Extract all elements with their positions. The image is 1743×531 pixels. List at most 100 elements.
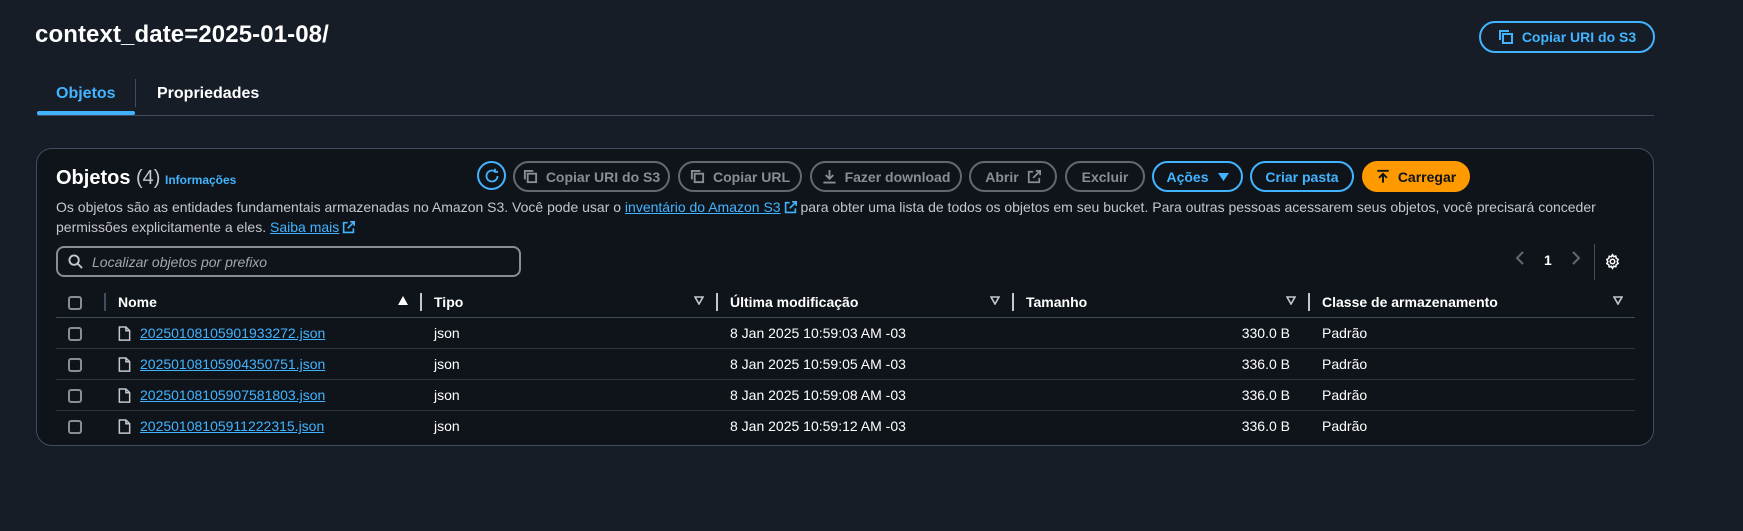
open-button[interactable]: Abrir xyxy=(969,161,1057,192)
table-header-row: Nome Tipo Última modificação Tamanho Cla… xyxy=(56,287,1635,318)
column-divider xyxy=(1308,293,1310,311)
storage-class-cell: Padrão xyxy=(1308,379,1635,411)
column-header-size[interactable]: Tamanho xyxy=(1012,287,1308,318)
column-header-type[interactable]: Tipo xyxy=(420,287,716,318)
modified-cell: 8 Jan 2025 10:59:05 AM -03 xyxy=(716,348,1012,380)
column-divider xyxy=(1012,293,1014,311)
objects-heading: Objetos (4) xyxy=(56,167,160,190)
column-header-modified[interactable]: Última modificação xyxy=(716,287,1012,318)
copy-s3-uri-button[interactable]: Copiar URI do S3 xyxy=(1479,21,1655,53)
copy-s3-uri-label: Copiar URI do S3 xyxy=(1521,29,1637,45)
upload-label: Carregar xyxy=(1397,168,1457,185)
column-header-name[interactable]: Nome xyxy=(104,287,420,318)
objects-count: (4) xyxy=(136,167,161,189)
row-checkbox[interactable] xyxy=(68,389,82,404)
storage-class-value: Padrão xyxy=(1322,418,1368,434)
refresh-icon xyxy=(485,168,498,182)
object-link[interactable]: 20250108105907581803.json xyxy=(140,387,325,403)
type-value: json xyxy=(434,387,460,403)
search-icon xyxy=(68,254,83,269)
sort-icon xyxy=(694,296,704,305)
previous-page-icon[interactable] xyxy=(1515,251,1525,265)
tab-bar: Objetos Propriedades xyxy=(37,73,1654,116)
table-row[interactable]: 20250108105907581803.json json 8 Jan 202… xyxy=(56,379,1635,411)
row-select-cell xyxy=(56,411,118,442)
file-icon xyxy=(118,418,131,434)
sort-icon xyxy=(990,296,1000,305)
sort-ascending-icon xyxy=(398,296,408,305)
type-cell: json xyxy=(420,348,716,380)
tab-objetos[interactable]: Objetos xyxy=(56,85,116,103)
storage-class-cell: Padrão xyxy=(1308,348,1635,380)
pagination-divider xyxy=(1594,244,1595,280)
object-link[interactable]: 20250108105911222315.json xyxy=(140,418,324,434)
copy-icon xyxy=(1498,30,1513,44)
type-cell: json xyxy=(420,379,716,411)
size-cell: 336.0 B xyxy=(1012,379,1308,411)
modified-value: 8 Jan 2025 10:59:03 AM -03 xyxy=(730,325,906,341)
copy-url-label: Copiar URL xyxy=(713,168,790,185)
column-divider xyxy=(716,293,718,311)
actions-dropdown[interactable]: Ações xyxy=(1152,161,1243,192)
select-all-cell xyxy=(56,287,118,318)
upload-button[interactable]: Carregar xyxy=(1362,161,1470,192)
table-row[interactable]: 20250108105904350751.json json 8 Jan 202… xyxy=(56,348,1635,380)
toolbar-copy-s3-uri-button[interactable]: Copiar URI do S3 xyxy=(513,161,670,192)
create-folder-label: Criar pasta xyxy=(1265,168,1339,185)
learn-more-link[interactable]: Saiba mais xyxy=(270,219,339,235)
name-cell: 20250108105907581803.json xyxy=(118,379,420,411)
search-input[interactable]: Localizar objetos por prefixo xyxy=(56,246,521,277)
column-label: Tamanho xyxy=(1026,294,1088,310)
modified-cell: 8 Jan 2025 10:59:08 AM -03 xyxy=(716,379,1012,411)
tab-propriedades[interactable]: Propriedades xyxy=(157,85,259,103)
table-row[interactable]: 20250108105901933272.json json 8 Jan 202… xyxy=(56,317,1635,349)
modified-cell: 8 Jan 2025 10:59:12 AM -03 xyxy=(716,411,1012,442)
copy-url-button[interactable]: Copiar URL xyxy=(678,161,802,192)
toolbar-copy-s3-uri-label: Copiar URI do S3 xyxy=(545,168,661,185)
name-cell: 20250108105911222315.json xyxy=(118,411,420,442)
row-checkbox[interactable] xyxy=(68,327,82,342)
search-placeholder: Localizar objetos por prefixo xyxy=(92,253,268,270)
objects-heading-label: Objetos xyxy=(56,167,131,189)
size-cell: 336.0 B xyxy=(1012,348,1308,380)
current-page[interactable]: 1 xyxy=(1544,252,1552,268)
gear-icon[interactable] xyxy=(1604,253,1621,270)
download-button[interactable]: Fazer download xyxy=(810,161,962,192)
external-link-icon xyxy=(1027,169,1041,183)
page-title: context_date=2025-01-08/ xyxy=(35,21,329,48)
create-folder-button[interactable]: Criar pasta xyxy=(1250,161,1354,192)
size-cell: 330.0 B xyxy=(1012,317,1308,349)
row-select-cell xyxy=(56,348,118,380)
object-link[interactable]: 20250108105901933272.json xyxy=(140,325,325,341)
column-label: Tipo xyxy=(434,294,464,310)
storage-class-value: Padrão xyxy=(1322,356,1368,372)
delete-button[interactable]: Excluir xyxy=(1065,161,1145,192)
upload-icon xyxy=(1377,169,1389,183)
size-value: 336.0 B xyxy=(1241,387,1290,403)
column-label: Última modificação xyxy=(730,294,859,310)
row-select-cell xyxy=(56,317,118,349)
file-icon xyxy=(118,325,131,341)
row-checkbox[interactable] xyxy=(68,420,82,435)
row-checkbox[interactable] xyxy=(68,358,82,373)
objects-table: Nome Tipo Última modificação Tamanho Cla… xyxy=(56,287,1635,441)
modified-cell: 8 Jan 2025 10:59:03 AM -03 xyxy=(716,317,1012,349)
name-cell: 20250108105901933272.json xyxy=(118,317,420,349)
column-label: Classe de armazenamento xyxy=(1322,294,1498,310)
select-all-checkbox[interactable] xyxy=(68,296,82,311)
copy-icon xyxy=(690,169,705,184)
type-value: json xyxy=(434,356,460,372)
info-link[interactable]: Informações xyxy=(165,173,236,187)
size-value: 336.0 B xyxy=(1241,356,1290,372)
column-divider xyxy=(420,293,422,311)
size-value: 330.0 B xyxy=(1241,325,1290,341)
table-row[interactable]: 20250108105911222315.json json 8 Jan 202… xyxy=(56,411,1635,442)
next-page-icon[interactable] xyxy=(1571,251,1581,265)
objects-description: Os objetos são as entidades fundamentais… xyxy=(56,197,1636,237)
object-link[interactable]: 20250108105904350751.json xyxy=(140,356,325,372)
refresh-button[interactable] xyxy=(477,161,506,190)
inventory-link[interactable]: inventário do Amazon S3 xyxy=(625,199,781,215)
column-header-storage-class[interactable]: Classe de armazenamento xyxy=(1308,287,1635,318)
storage-class-value: Padrão xyxy=(1322,325,1368,341)
tab-divider xyxy=(135,79,136,107)
